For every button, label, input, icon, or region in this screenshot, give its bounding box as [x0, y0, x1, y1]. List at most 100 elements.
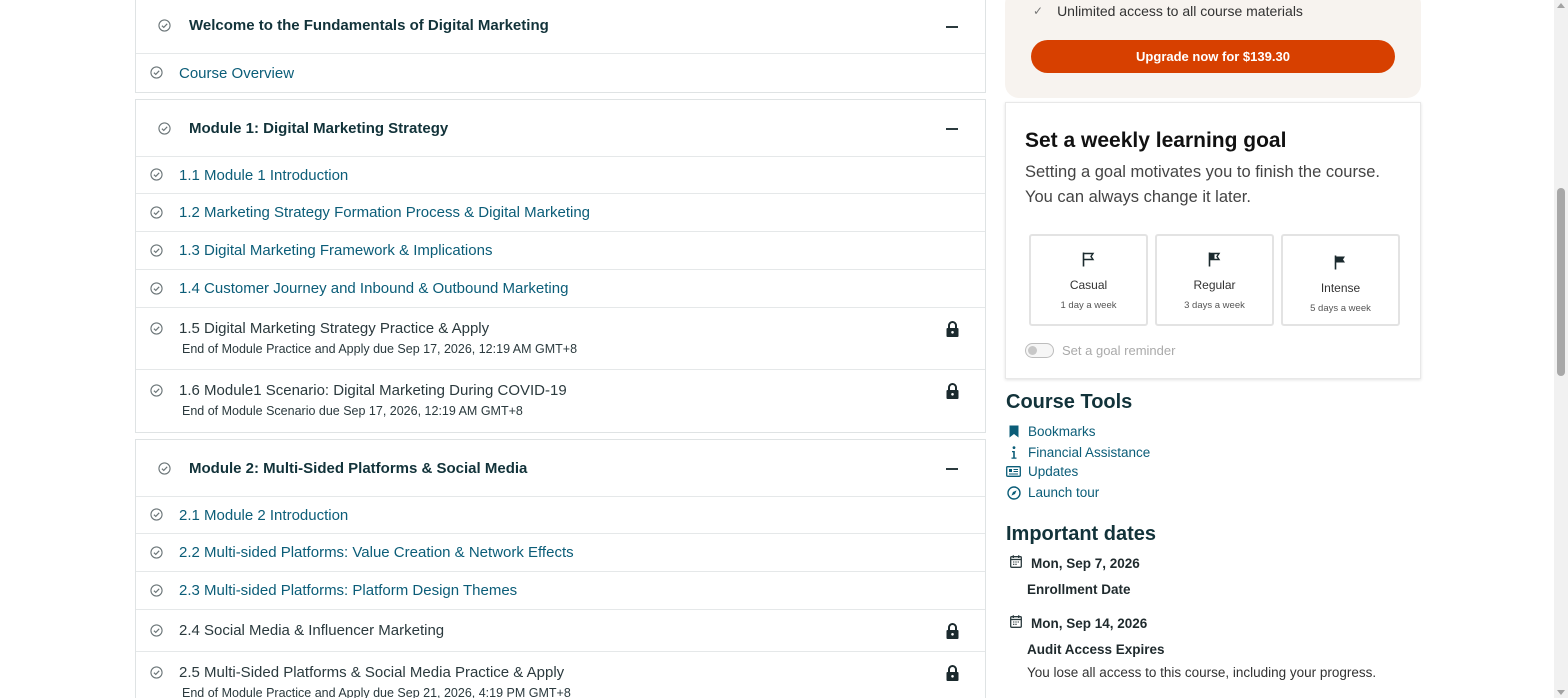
- scroll-down-arrow-icon[interactable]: [1557, 690, 1565, 695]
- page-scrollbar[interactable]: [1554, 0, 1568, 698]
- tool-label[interactable]: Launch tour: [1028, 485, 1099, 500]
- goal-description: Setting a goal motivates you to finish t…: [1025, 163, 1380, 206]
- course-tools-title: Course Tools: [1006, 391, 1133, 413]
- check-circle-icon: [158, 461, 171, 475]
- calendar-icon: [1010, 555, 1022, 571]
- outline-item[interactable]: 2.2 Multi-sided Platforms: Value Creatio…: [136, 534, 985, 572]
- check-circle-icon: [150, 384, 163, 397]
- tool-label[interactable]: Financial Assistance: [1028, 445, 1150, 460]
- item-link[interactable]: 1.3 Digital Marketing Framework & Implic…: [179, 242, 985, 259]
- check-circle-icon: [150, 624, 163, 637]
- item-title[interactable]: 1.5 Digital Marketing Strategy Practice …: [179, 320, 985, 337]
- checkmark-icon: ✓: [1033, 4, 1044, 18]
- flag-filled-icon: [1334, 255, 1347, 275]
- item-link[interactable]: 1.4 Customer Journey and Inbound & Outbo…: [179, 280, 985, 297]
- tool-label[interactable]: Updates: [1028, 464, 1078, 479]
- goal-option-intense[interactable]: Intense 5 days a week: [1281, 234, 1400, 326]
- item-link[interactable]: 2.1 Module 2 Introduction: [179, 507, 985, 524]
- outline-item[interactable]: Course Overview: [136, 54, 985, 92]
- goal-title: Set a weekly learning goal: [1025, 129, 1287, 152]
- outline-item[interactable]: 1.2 Marketing Strategy Formation Process…: [136, 194, 985, 232]
- goal-option-name: Intense: [1320, 281, 1361, 295]
- upgrade-button[interactable]: Upgrade now for $139.30: [1031, 40, 1395, 73]
- item-link[interactable]: 2.3 Multi-sided Platforms: Platform Desi…: [179, 582, 985, 599]
- date-description: You lose all access to this course, incl…: [1027, 665, 1377, 680]
- check-circle-icon: [150, 666, 163, 679]
- outline-section-module-2: Module 2: Multi-Sided Platforms & Social…: [135, 439, 986, 698]
- tool-launch-tour[interactable]: Launch tour: [1006, 485, 1099, 500]
- outline-item-locked[interactable]: 1.6 Module1 Scenario: Digital Marketing …: [136, 370, 985, 432]
- outline-item-locked[interactable]: 2.5 Multi-Sided Platforms & Social Media…: [136, 652, 985, 698]
- collapse-icon[interactable]: [946, 128, 958, 130]
- outline-item[interactable]: 1.4 Customer Journey and Inbound & Outbo…: [136, 270, 985, 308]
- goal-option-casual[interactable]: Casual 1 day a week: [1029, 234, 1148, 326]
- goal-option-name: Regular: [1193, 278, 1236, 292]
- bookmark-icon: [1006, 425, 1021, 438]
- outline-item[interactable]: 2.1 Module 2 Introduction: [136, 497, 985, 534]
- date-item: Mon, Sep 7, 2026: [1010, 555, 1140, 571]
- due-date-text: End of Module Scenario due Sep 17, 2026,…: [182, 404, 523, 418]
- lock-icon: [946, 665, 959, 686]
- lock-icon: [946, 383, 959, 404]
- goal-option-frequency: 5 days a week: [1310, 303, 1371, 314]
- date-item: Mon, Sep 14, 2026: [1010, 615, 1147, 631]
- outline-item[interactable]: 2.3 Multi-sided Platforms: Platform Desi…: [136, 572, 985, 610]
- outline-item-locked[interactable]: 1.5 Digital Marketing Strategy Practice …: [136, 308, 985, 370]
- compass-icon: [1006, 485, 1021, 500]
- date-label: Audit Access Expires: [1027, 642, 1165, 657]
- tool-label[interactable]: Bookmarks: [1028, 424, 1096, 439]
- outline-item[interactable]: 1.3 Digital Marketing Framework & Implic…: [136, 232, 985, 270]
- check-circle-icon: [150, 584, 163, 597]
- date-text: Mon, Sep 7, 2026: [1031, 555, 1140, 571]
- scrollbar-thumb[interactable]: [1557, 188, 1565, 376]
- upgrade-card: ✓ Unlimited access to all course materia…: [1005, 0, 1421, 98]
- item-link[interactable]: Course Overview: [179, 65, 985, 82]
- collapse-icon[interactable]: [946, 25, 958, 28]
- check-circle-icon: [150, 66, 163, 79]
- section-header[interactable]: Module 1: Digital Marketing Strategy: [136, 100, 985, 157]
- item-link[interactable]: 1.1 Module 1 Introduction: [179, 167, 985, 184]
- outline-section-welcome: Welcome to the Fundamentals of Digital M…: [135, 0, 986, 93]
- weekly-goal-card: Set a weekly learning goal Setting a goa…: [1005, 102, 1421, 379]
- goal-option-frequency: 1 day a week: [1060, 300, 1117, 311]
- check-circle-icon: [150, 282, 163, 295]
- section-title: Module 1: Digital Marketing Strategy: [189, 119, 449, 137]
- check-circle-icon: [150, 168, 163, 181]
- due-date-text: End of Module Practice and Apply due Sep…: [182, 686, 571, 698]
- check-circle-icon: [150, 322, 163, 335]
- calendar-icon: [1010, 615, 1022, 631]
- scroll-up-arrow-icon[interactable]: [1557, 3, 1565, 8]
- item-title[interactable]: 2.4 Social Media & Influencer Marketing: [179, 622, 985, 639]
- access-text: Unlimited access to all course materials: [1057, 3, 1303, 19]
- check-circle-icon: [150, 206, 163, 219]
- tool-bookmarks[interactable]: Bookmarks: [1006, 424, 1096, 439]
- collapse-icon[interactable]: [946, 468, 958, 470]
- tool-updates[interactable]: Updates: [1006, 464, 1078, 479]
- due-date-text: End of Module Practice and Apply due Sep…: [182, 342, 578, 356]
- check-circle-icon: [150, 546, 163, 559]
- outline-item-locked[interactable]: 2.4 Social Media & Influencer Marketing: [136, 610, 985, 652]
- item-link[interactable]: 1.2 Marketing Strategy Formation Process…: [179, 204, 985, 221]
- outline-item[interactable]: 1.1 Module 1 Introduction: [136, 157, 985, 194]
- item-title[interactable]: 1.6 Module1 Scenario: Digital Marketing …: [179, 382, 985, 399]
- section-header[interactable]: Welcome to the Fundamentals of Digital M…: [136, 0, 985, 54]
- goal-reminder[interactable]: Set a goal reminder: [1025, 343, 1175, 358]
- tool-financial-assistance[interactable]: Financial Assistance: [1006, 445, 1150, 460]
- goal-option-name: Casual: [1069, 278, 1108, 292]
- check-circle-icon: [158, 121, 171, 135]
- reminder-label: Set a goal reminder: [1062, 343, 1176, 358]
- important-dates-title: Important dates: [1006, 523, 1157, 545]
- toggle-knob: [1028, 346, 1037, 355]
- date-label: Enrollment Date: [1027, 582, 1131, 597]
- access-benefit: ✓ Unlimited access to all course materia…: [1033, 3, 1303, 19]
- goal-option-regular[interactable]: Regular 3 days a week: [1155, 234, 1274, 326]
- section-header[interactable]: Module 2: Multi-Sided Platforms & Social…: [136, 440, 985, 497]
- item-link[interactable]: 2.2 Multi-sided Platforms: Value Creatio…: [179, 544, 985, 561]
- info-icon: [1006, 446, 1021, 459]
- check-circle-icon: [150, 244, 163, 257]
- reminder-toggle[interactable]: [1025, 343, 1054, 358]
- flag-half-icon: [1208, 252, 1221, 272]
- item-title[interactable]: 2.5 Multi-Sided Platforms & Social Media…: [179, 664, 985, 681]
- newspaper-icon: [1006, 466, 1021, 477]
- course-outline: Welcome to the Fundamentals of Digital M…: [135, 0, 986, 698]
